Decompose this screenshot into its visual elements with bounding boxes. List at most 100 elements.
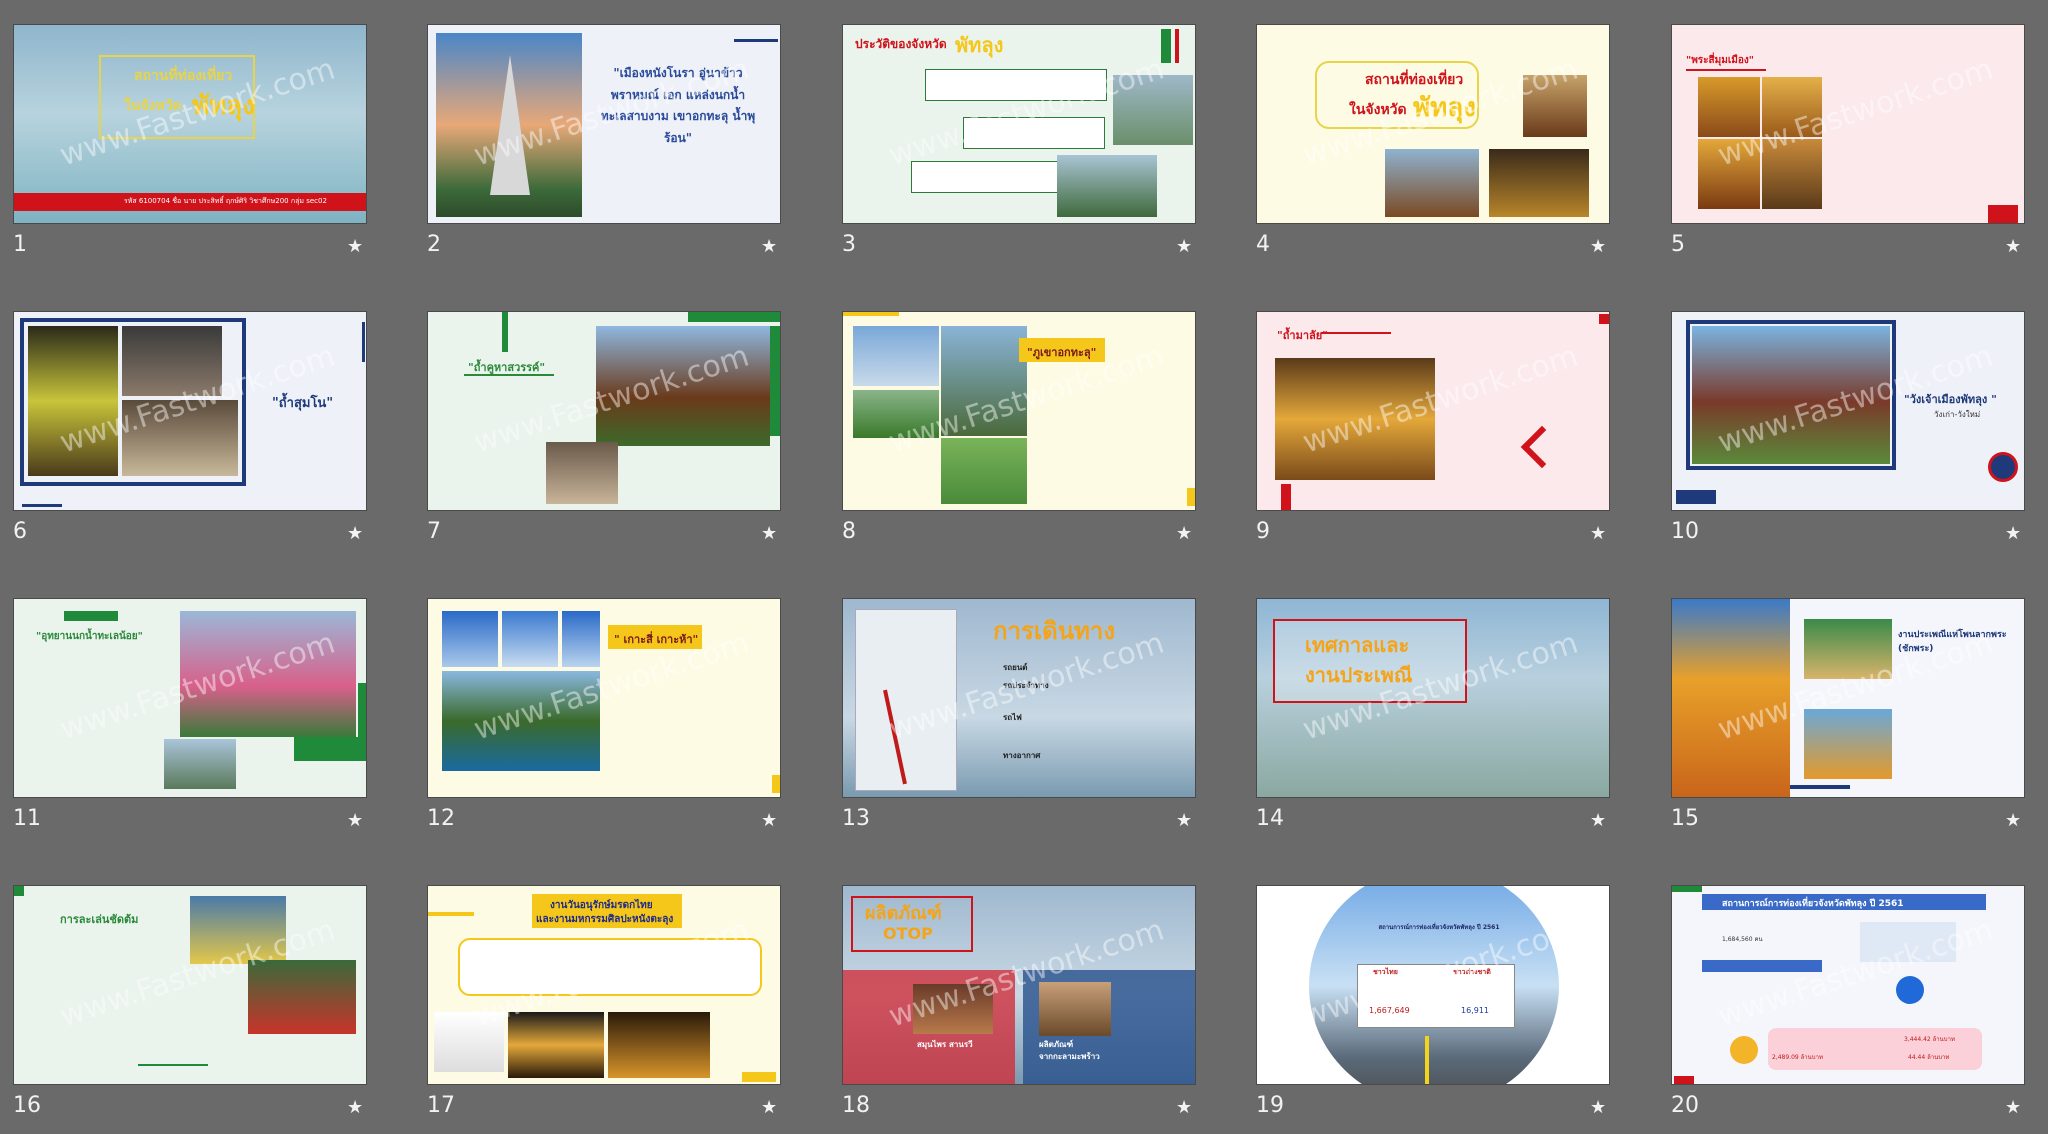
star-icon[interactable]: ★	[2005, 523, 2021, 544]
buddha-photo	[1762, 139, 1822, 209]
green-accent	[64, 611, 118, 621]
slide-number: 20	[1671, 1093, 1699, 1118]
slide-thumbnail-8[interactable]: "ภูเขาอกทะลุ" www.Fastwork.com	[842, 311, 1196, 511]
slide-title-accent: พัทลุง	[955, 33, 1004, 57]
lake-photo	[1113, 75, 1193, 145]
stat-bar	[1702, 960, 1822, 972]
lotus-photo	[180, 611, 356, 737]
slide-number: 11	[13, 806, 41, 831]
table-header: ชาวต่างชาติ	[1453, 968, 1491, 976]
stat-box	[1768, 1028, 1982, 1070]
slide-thumbnail-18[interactable]: ผลิตภัณฑ์ OTOP สมุนไพร สานรวี ผลิตภัณฑ์ …	[842, 885, 1196, 1085]
yellow-accent	[843, 312, 899, 316]
star-icon[interactable]: ★	[1176, 1097, 1192, 1118]
game-photo	[190, 896, 286, 964]
temple-photo	[1385, 149, 1479, 217]
star-icon[interactable]: ★	[761, 523, 777, 544]
slide-title: "วังเจ้าเมืองพัทลุง "	[1904, 393, 1997, 406]
slide-number: 7	[427, 519, 441, 544]
slide-thumbnail-20[interactable]: สถานการณ์การท่องเที่ยวจังหวัดพัทลุง ปี 2…	[1671, 885, 2025, 1085]
slide-thumbnail-14[interactable]: เทศกาลและ งานประเพณี www.Fastwork.com	[1256, 598, 1610, 798]
slide-number: 14	[1256, 806, 1284, 831]
slide-thumbnail-6[interactable]: "ถ้ำสุมโน" www.Fastwork.com	[13, 311, 367, 511]
slide-title-accent: พัทลุง	[1413, 93, 1476, 123]
slide-thumbnail-2[interactable]: "เมืองหนังโนรา อู่นาข้าว พราหมณ์ เอก แหล…	[427, 24, 781, 224]
star-icon[interactable]: ★	[2005, 810, 2021, 831]
star-icon[interactable]: ★	[1590, 236, 1606, 257]
sky-photo	[502, 611, 558, 667]
shadow-puppet-photo	[608, 1012, 710, 1078]
slide-thumbnail-4[interactable]: สถานที่ท่องเที่ยว ในจังหวัด พัทลุง www.F…	[1256, 24, 1610, 224]
star-icon[interactable]: ★	[1176, 236, 1192, 257]
stat-value: 1,684,560 คน	[1722, 936, 1763, 943]
slide-number: 19	[1256, 1093, 1284, 1118]
slide-thumbnail-16[interactable]: การละเล่นชัดต้ม www.Fastwork.com	[13, 885, 367, 1085]
slide-thumbnail-10[interactable]: "วังเจ้าเมืองพัทลุง " วังเก่า-วังใหม่ ww…	[1671, 311, 2025, 511]
festival-photo	[1804, 709, 1892, 779]
temple-photo	[596, 326, 770, 446]
cave-photo	[546, 442, 618, 504]
slide-thumbnail-12[interactable]: " เกาะสี่ เกาะห้า" www.Fastwork.com	[427, 598, 781, 798]
slide-number: 10	[1671, 519, 1699, 544]
star-icon[interactable]: ★	[347, 523, 363, 544]
interior-photo	[1489, 149, 1589, 217]
bullet-item: รถไฟ	[1003, 713, 1022, 722]
star-icon[interactable]: ★	[761, 236, 777, 257]
accent-block	[1676, 490, 1716, 504]
star-icon[interactable]: ★	[1176, 523, 1192, 544]
stat-value: 2,489.09 ล้านบาท	[1772, 1054, 1823, 1061]
slide-thumbnail-3[interactable]: ประวัติของจังหวัด พัทลุง www.Fastwork.co…	[842, 24, 1196, 224]
stat-panel	[1860, 922, 1956, 962]
stat-value: 44.44 ล้านบาท	[1908, 1054, 1950, 1061]
star-icon[interactable]: ★	[1590, 523, 1606, 544]
yellow-accent	[428, 912, 474, 916]
slide-number: 9	[1256, 519, 1270, 544]
green-accent	[502, 312, 508, 352]
slide-title: "ถ้ำสุมโน"	[272, 396, 334, 411]
slide-thumbnail-17[interactable]: งานวันอนุรักษ์มรดกไทย และงานมหกรรมศิลปะห…	[427, 885, 781, 1085]
star-icon[interactable]: ★	[1590, 1097, 1606, 1118]
quote-box	[458, 938, 762, 996]
thailand-map	[855, 609, 957, 791]
festival-photo	[1672, 599, 1790, 797]
star-icon[interactable]: ★	[1176, 810, 1192, 831]
slide-number: 4	[1256, 232, 1270, 257]
field-photo	[853, 390, 939, 438]
herb-photo	[913, 984, 993, 1034]
star-icon[interactable]: ★	[347, 236, 363, 257]
star-icon[interactable]: ★	[2005, 236, 2021, 257]
star-icon[interactable]: ★	[347, 1097, 363, 1118]
green-accent	[14, 886, 24, 896]
slide-number: 15	[1671, 806, 1699, 831]
buddha-photo	[1698, 139, 1760, 209]
slide-title: ประวัติของจังหวัด	[855, 37, 947, 51]
star-icon[interactable]: ★	[761, 810, 777, 831]
green-accent	[358, 683, 366, 737]
slide-thumbnail-5[interactable]: "พระสี่มุมเมือง" www.Fastwork.com	[1671, 24, 2025, 224]
shrine-photo	[1523, 75, 1587, 137]
slide-thumbnail-9[interactable]: "ถ้ำมาลัย" www.Fastwork.com	[1256, 311, 1610, 511]
star-icon[interactable]: ★	[2005, 1097, 2021, 1118]
slide-title: "อุทยานนกน้ำทะเลน้อย"	[36, 631, 143, 642]
slide-thumbnail-15[interactable]: งานประเพณีแห่โพนลากพระ (ชักพระ) www.Fast…	[1671, 598, 2025, 798]
star-icon[interactable]: ★	[761, 1097, 777, 1118]
slide-title-accent: พัทลุง	[192, 91, 255, 121]
accent-line	[362, 322, 365, 362]
slide-thumbnail-1[interactable]: สถานที่ท่องเที่ยว ในจังหวัด พัทลุง รหัส …	[13, 24, 367, 224]
red-accent	[1988, 205, 2018, 223]
slide-title: งานวันอนุรักษ์มรดกไทย	[550, 900, 653, 911]
slide-thumbnail-11[interactable]: "อุทยานนกน้ำทะเลน้อย" www.Fastwork.com	[13, 598, 367, 798]
slide-title: ในจังหวัด	[1349, 102, 1407, 118]
cave-photo	[28, 326, 118, 476]
slide-thumbnail-7[interactable]: "ถ้ำคูหาสวรรค์" www.Fastwork.com	[427, 311, 781, 511]
mountain-photo	[1057, 155, 1157, 217]
star-icon[interactable]: ★	[347, 810, 363, 831]
bullet-item: รถประจำทาง	[1003, 681, 1049, 690]
star-icon[interactable]: ★	[1590, 810, 1606, 831]
slide-title: และงานมหกรรมศิลปะหนังตะลุง	[536, 914, 674, 925]
field-photo	[941, 438, 1027, 504]
yellow-accent	[742, 1072, 776, 1082]
slide-thumbnail-13[interactable]: การเดินทาง รถยนต์ รถประจำทาง รถไฟ ทางอาก…	[842, 598, 1196, 798]
palace-photo	[1692, 326, 1890, 464]
slide-thumbnail-19[interactable]: สถานการณ์การท่องเที่ยวจังหวัดพัทลุง ปี 2…	[1256, 885, 1610, 1085]
